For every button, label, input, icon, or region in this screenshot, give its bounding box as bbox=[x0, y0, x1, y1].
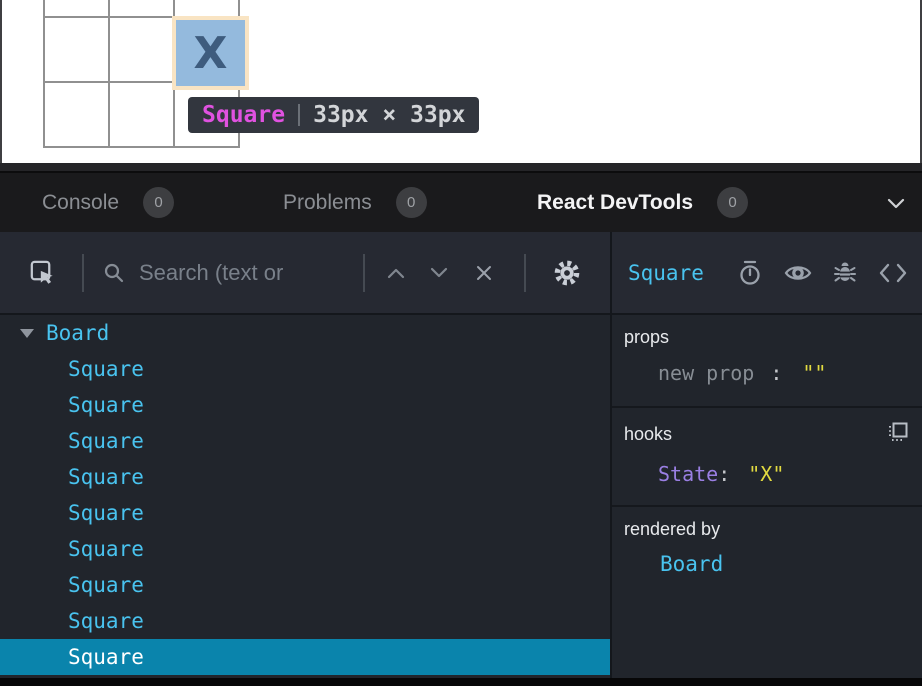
suspense-toggle-button[interactable] bbox=[737, 259, 763, 287]
board-cell[interactable] bbox=[109, 82, 174, 147]
tab-label: React DevTools bbox=[537, 191, 693, 215]
expander-triangle-icon[interactable] bbox=[20, 329, 34, 338]
colon: : bbox=[770, 361, 782, 385]
tree-item-square[interactable]: Square bbox=[0, 531, 610, 567]
tree-item-square[interactable]: Square bbox=[0, 567, 610, 603]
page-preview: X Square 33px × 33px bbox=[0, 0, 922, 163]
tab-label: Console bbox=[42, 191, 119, 215]
tree-item-label: Square bbox=[68, 537, 144, 561]
component-inspector-header: Square bbox=[612, 232, 922, 313]
rendered-by-board-link[interactable]: Board bbox=[660, 552, 912, 576]
selected-component-title: Square bbox=[628, 261, 704, 285]
tree-item-label: Square bbox=[68, 645, 144, 669]
tree-item-square[interactable]: Square bbox=[0, 387, 610, 423]
search-prev-button[interactable] bbox=[385, 266, 407, 280]
hooks-section: hooks State: "X" bbox=[612, 408, 922, 507]
tree-item-square[interactable]: Square bbox=[0, 423, 610, 459]
inspect-tooltip: Square 33px × 33px bbox=[188, 97, 479, 133]
tab-problems[interactable]: Problems 0 bbox=[283, 173, 427, 232]
board-cell[interactable] bbox=[44, 17, 109, 82]
new-prop-input[interactable]: new prop bbox=[658, 361, 754, 385]
stopwatch-icon bbox=[737, 259, 763, 287]
props-section-title: props bbox=[624, 327, 669, 348]
log-component-button[interactable] bbox=[833, 260, 857, 286]
panel-tabbar: Console 0 Problems 0 React DevTools 0 bbox=[0, 163, 922, 232]
props-section: props new prop : "" bbox=[612, 315, 922, 408]
hook-name-state: State bbox=[658, 462, 718, 486]
search-next-button[interactable] bbox=[428, 266, 450, 280]
board-cell[interactable] bbox=[109, 17, 174, 82]
tree-item-label: Square bbox=[68, 573, 144, 597]
devtools-window: X Square 33px × 33px Console 0 Problems … bbox=[0, 0, 922, 686]
new-prop-value-input[interactable]: "" bbox=[802, 361, 826, 385]
chevron-down-icon bbox=[428, 266, 450, 280]
dashed-square-icon bbox=[886, 420, 910, 444]
search-input[interactable] bbox=[139, 260, 357, 286]
tree-item-label: Square bbox=[68, 429, 144, 453]
gear-icon bbox=[552, 258, 582, 288]
settings-button[interactable] bbox=[552, 258, 582, 288]
search-clear-button[interactable] bbox=[473, 262, 495, 284]
code-icon bbox=[878, 263, 908, 283]
close-icon bbox=[473, 262, 495, 284]
tree-item-square-selected[interactable]: Square bbox=[0, 639, 610, 675]
inspect-icon bbox=[29, 259, 56, 286]
chevron-up-icon bbox=[385, 266, 407, 280]
parse-hook-names-button[interactable] bbox=[886, 420, 910, 449]
eye-icon bbox=[784, 262, 812, 284]
tree-item-square[interactable]: Square bbox=[0, 459, 610, 495]
rendered-by-title: rendered by bbox=[624, 519, 720, 540]
inspect-element-button[interactable] bbox=[29, 259, 56, 286]
component-tree: Board Square Square Square Square Square… bbox=[0, 315, 612, 678]
react-devtools-count-badge: 0 bbox=[717, 187, 748, 218]
board-cell[interactable] bbox=[109, 0, 174, 17]
console-count-badge: 0 bbox=[143, 187, 174, 218]
highlighted-square-cell[interactable]: X bbox=[176, 20, 245, 86]
view-source-button[interactable] bbox=[878, 263, 908, 283]
rendered-by-section: rendered by Board bbox=[612, 507, 922, 576]
toolbar-divider bbox=[82, 254, 84, 292]
search-icon bbox=[102, 261, 126, 285]
tree-item-label: Square bbox=[68, 357, 144, 381]
tree-item-square[interactable]: Square bbox=[0, 603, 610, 639]
colon: : bbox=[718, 462, 730, 486]
tooltip-component-name: Square bbox=[202, 102, 285, 128]
problems-count-badge: 0 bbox=[396, 187, 427, 218]
inspect-dom-button[interactable] bbox=[784, 262, 812, 284]
tab-label: Problems bbox=[283, 191, 372, 215]
tooltip-divider bbox=[298, 104, 300, 126]
search-icon-wrap bbox=[102, 261, 126, 285]
tree-item-label: Square bbox=[68, 501, 144, 525]
board-cell[interactable] bbox=[174, 0, 239, 17]
component-details: props new prop : "" hooks State: "X" bbox=[612, 315, 922, 678]
devtools-content: Board Square Square Square Square Square… bbox=[0, 315, 922, 678]
board-cell[interactable] bbox=[44, 0, 109, 17]
hooks-section-title: hooks bbox=[624, 424, 672, 445]
elements-toolbar bbox=[0, 232, 612, 313]
tooltip-size: 33px × 33px bbox=[313, 102, 465, 128]
tree-item-board[interactable]: Board bbox=[0, 315, 610, 351]
tree-item-label: Square bbox=[68, 393, 144, 417]
toolbar-divider bbox=[363, 254, 365, 292]
tree-item-square[interactable]: Square bbox=[0, 351, 610, 387]
toolbar-divider bbox=[524, 254, 526, 292]
tree-item-square[interactable]: Square bbox=[0, 495, 610, 531]
tree-item-label: Board bbox=[46, 321, 109, 345]
chevron-down-icon bbox=[886, 197, 906, 209]
collapse-panel-button[interactable] bbox=[886, 173, 906, 232]
tree-item-label: Square bbox=[68, 465, 144, 489]
hook-state-value[interactable]: "X" bbox=[748, 462, 784, 486]
tab-console[interactable]: Console 0 bbox=[42, 173, 174, 232]
tab-react-devtools[interactable]: React DevTools 0 bbox=[537, 173, 748, 232]
tree-item-label: Square bbox=[68, 609, 144, 633]
bottom-edge bbox=[0, 678, 922, 686]
devtools-toolbar: Square bbox=[0, 232, 922, 315]
inspect-highlight-overlay: X bbox=[172, 16, 249, 90]
board-cell[interactable] bbox=[44, 82, 109, 147]
bug-icon bbox=[833, 260, 857, 286]
